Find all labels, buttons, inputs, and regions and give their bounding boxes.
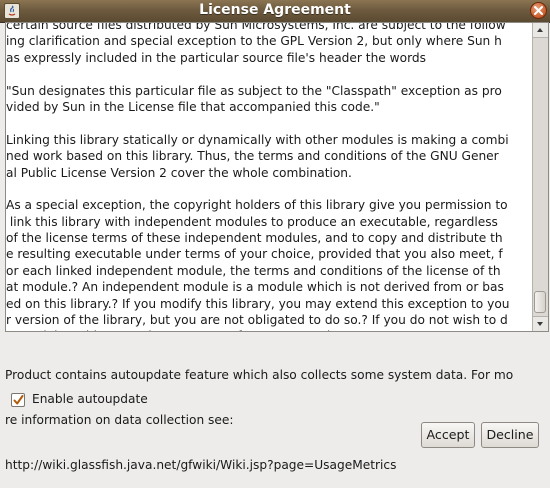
autoupdate-line: Product contains autoupdate feature whic… <box>5 368 514 382</box>
license-line: ed on this library.? If you modify this … <box>6 296 510 311</box>
decline-button[interactable]: Decline <box>481 422 539 448</box>
accept-button[interactable]: Accept <box>421 422 475 448</box>
license-line: certain source files distributed by Sun … <box>6 22 506 32</box>
enable-autoupdate-checkbox[interactable] <box>11 393 25 407</box>
checkmark-icon <box>13 395 24 405</box>
license-line: e resulting executable under terms of yo… <box>6 247 503 262</box>
license-line: "Sun designates this particular file as … <box>6 83 502 98</box>
scroll-down-button[interactable] <box>533 316 548 331</box>
license-line: as expressly included in the particular … <box>6 50 426 65</box>
autoupdate-notice: Product contains autoupdate feature whic… <box>5 338 545 488</box>
arrow-up-icon <box>537 28 543 32</box>
vertical-scrollbar[interactable] <box>532 23 548 331</box>
license-line: or each linked independent module, the t… <box>6 263 501 278</box>
close-icon <box>534 6 543 15</box>
license-line <box>6 115 526 131</box>
license-line: ing clarification and special exception … <box>6 34 502 49</box>
license-line: r version of the library, but you are no… <box>6 313 508 328</box>
license-text-area[interactable]: certain source files distributed by Sun … <box>5 22 549 332</box>
enable-autoupdate-label[interactable]: Enable autoupdate <box>32 392 148 406</box>
license-line: ned work based on this library. Thus, th… <box>6 149 499 164</box>
license-line: As a special exception, the copyright ho… <box>6 198 508 213</box>
usage-metrics-link[interactable]: http://wiki.glassfish.java.net/gfwiki/Wi… <box>5 458 545 473</box>
license-text: certain source files distributed by Sun … <box>6 22 526 331</box>
title-bar[interactable]: License Agreement <box>0 0 550 23</box>
license-line <box>6 181 526 197</box>
window-title: License Agreement <box>199 2 351 18</box>
license-line: of the license terms of these independen… <box>6 231 503 246</box>
close-button[interactable] <box>530 2 547 19</box>
license-line: vided by Sun in the License file that ac… <box>6 99 380 114</box>
scroll-up-button[interactable] <box>533 23 548 38</box>
license-line: Linking this library statically or dynam… <box>6 132 509 147</box>
license-line: o so, delete this exception statement fr… <box>6 328 526 331</box>
license-line: al Public License Version 2 cover the wh… <box>6 165 352 180</box>
arrow-down-icon <box>537 322 543 326</box>
scroll-thumb[interactable] <box>534 291 546 313</box>
license-line <box>6 66 526 82</box>
license-line: link this library with independent modul… <box>6 214 498 229</box>
license-line: at module.? An independent module is a m… <box>6 280 504 295</box>
